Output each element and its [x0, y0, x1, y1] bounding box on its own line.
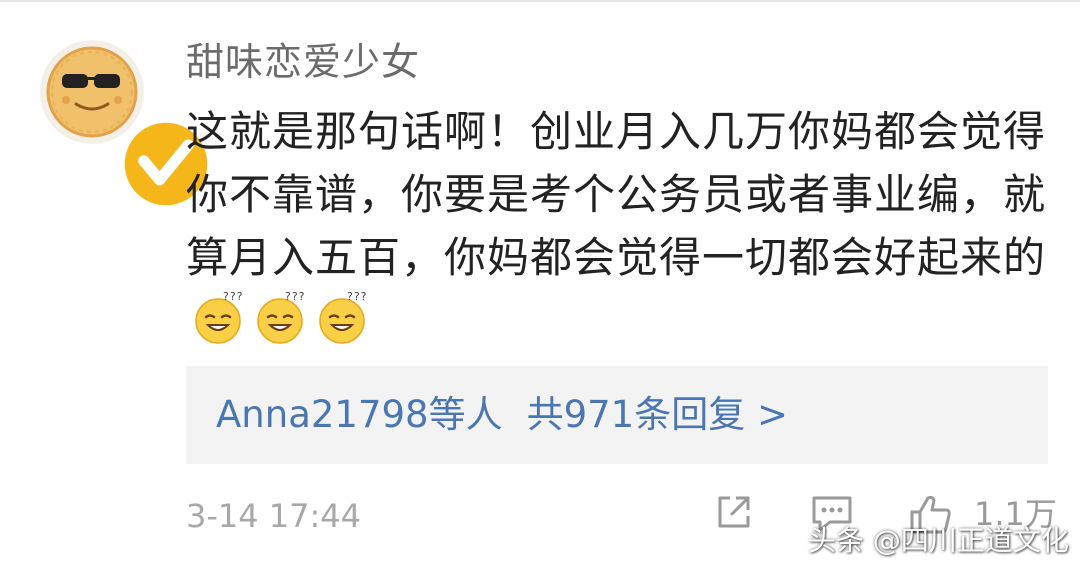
replies-link[interactable]: Anna21798等人 共971条回复 >: [216, 393, 788, 437]
share-icon: [718, 496, 750, 528]
username[interactable]: 甜味恋爱少女: [186, 38, 420, 86]
reply-names[interactable]: Anna21798等人: [216, 393, 503, 436]
comment-body: 这就是那句话啊！创业月入几万你妈都会觉得你不靠谱，你要是考个公务员或者事业编，就…: [186, 100, 1046, 352]
timestamp: 3-14 17:44: [186, 497, 362, 535]
watermark: 头条 @四川正道文化: [808, 524, 1069, 557]
reply-total[interactable]: 共971条回复 >: [527, 393, 788, 436]
avatar[interactable]: [38, 38, 217, 215]
top-divider: [0, 0, 1080, 2]
svg-text:???: ???: [285, 290, 306, 303]
wink-smile-emoji: ???: [252, 289, 308, 345]
wink-smile-emoji: ???: [190, 289, 246, 345]
wink-smile-emoji: ???: [314, 289, 370, 345]
svg-text:???: ???: [223, 290, 244, 303]
replies-preview[interactable]: Anna21798等人 共971条回复 >: [186, 366, 1048, 464]
svg-text:???: ???: [347, 290, 368, 303]
verified-badge-icon: [112, 110, 217, 215]
emoji-row: ??? ??? ???: [190, 289, 370, 345]
comment-text: 这就是那句话啊！创业月入几万你妈都会觉得你不靠谱，你要是考个公务员或者事业编，就…: [186, 107, 1047, 282]
share-button[interactable]: [712, 490, 756, 534]
